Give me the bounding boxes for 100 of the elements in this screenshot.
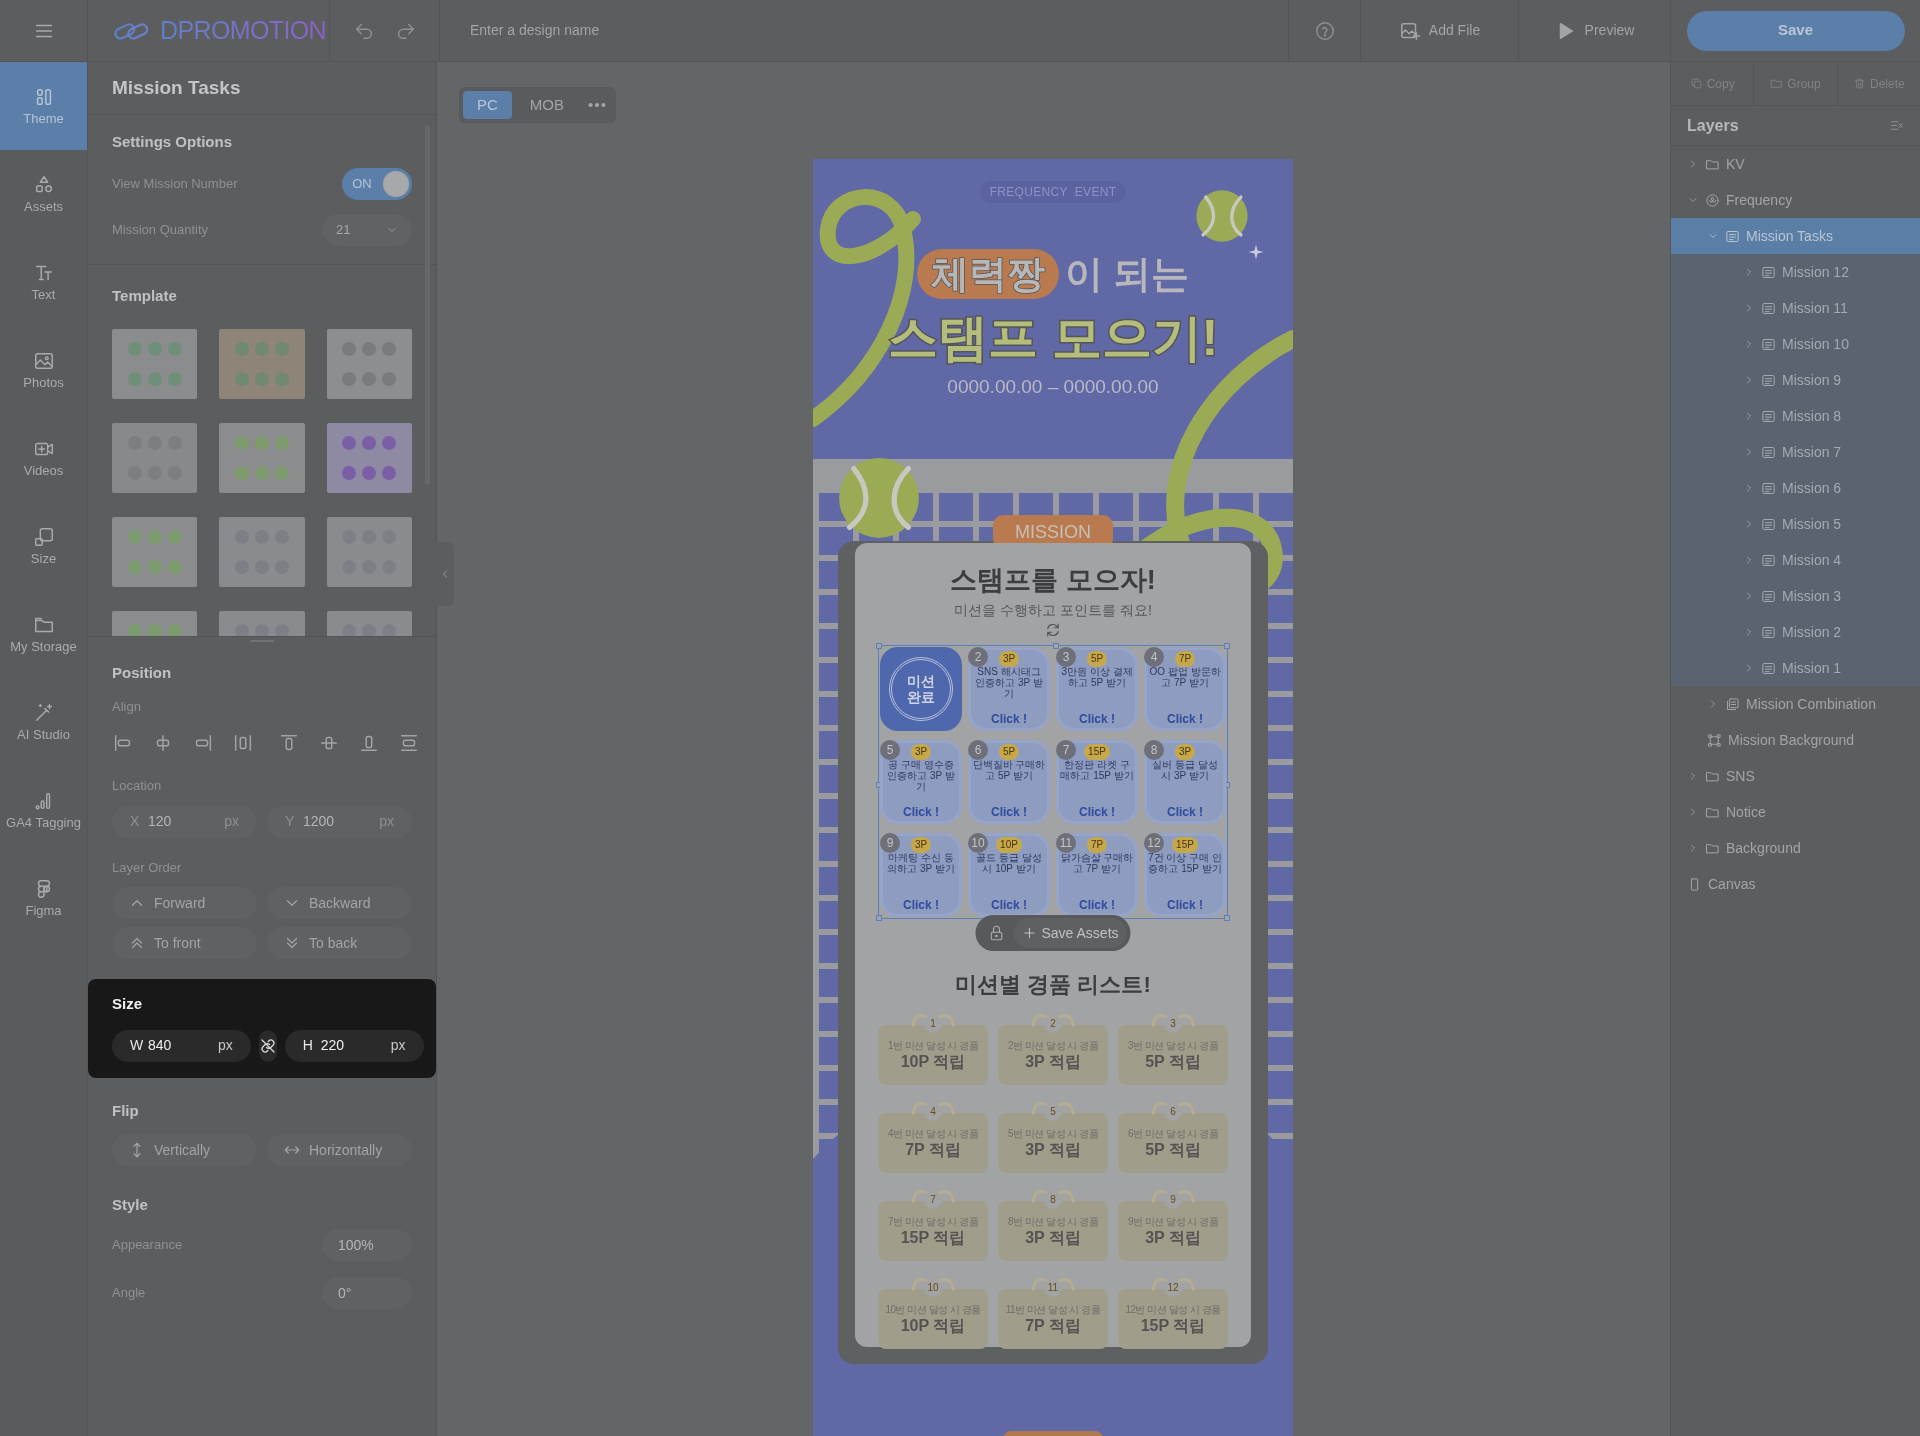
- mission-description: 3만원 이상 결제하고 5P 받기: [1060, 666, 1134, 688]
- mission-tile[interactable]: 10 10P 골드 등급 달성 시 10P 받기 Click !: [968, 833, 1050, 917]
- sidebar-tab[interactable]: GA4 Tagging: [0, 766, 87, 854]
- mission-description: 7건 이상 구매 인증하고 15P 받기: [1148, 852, 1222, 874]
- design-name-field[interactable]: Enter a design name: [440, 0, 1288, 61]
- layer-order-button[interactable]: To back: [267, 927, 412, 959]
- sidebar-tab[interactable]: Figma: [0, 854, 87, 942]
- sidebar-tab[interactable]: Assets: [0, 150, 87, 238]
- sidebar-tab[interactable]: AI Studio: [0, 678, 87, 766]
- list-icon: [1761, 264, 1776, 280]
- template-thumbnail[interactable]: [326, 329, 412, 399]
- sidebar-tab[interactable]: Videos: [0, 414, 87, 502]
- mission-tile[interactable]: 7 15P 한정판 라켓 구매하고 15P 받기 Click !: [1056, 740, 1138, 824]
- sidebar-tab[interactable]: My Storage: [0, 590, 87, 678]
- tennis-ball-icon: [837, 456, 921, 540]
- layer-item[interactable]: Mission Background: [1671, 722, 1920, 758]
- layer-item[interactable]: Mission Tasks: [1671, 218, 1920, 254]
- layer-item[interactable]: Mission 7: [1671, 434, 1920, 470]
- layer-item[interactable]: Mission 6: [1671, 470, 1920, 506]
- save-assets-button[interactable]: Save Assets: [1013, 918, 1127, 948]
- layer-item[interactable]: SNS: [1671, 758, 1920, 794]
- prize-value: 7P 적립: [905, 1139, 961, 1160]
- points-badge: 10P: [996, 837, 1022, 853]
- layer-item[interactable]: Mission 5: [1671, 506, 1920, 542]
- layer-order-button[interactable]: To front: [112, 927, 257, 959]
- template-thumbnail[interactable]: [112, 517, 198, 587]
- mission-description: 실버 등급 달성 시 3P 받기: [1151, 759, 1219, 781]
- mission-tile[interactable]: 2 3P SNS 해시태그 인증하고 3P 받기 Click !: [968, 647, 1050, 731]
- mission-tile[interactable]: 3 5P 3만원 이상 결제하고 5P 받기 Click !: [1056, 647, 1138, 731]
- sidebar-tab[interactable]: Theme: [0, 62, 87, 150]
- click-label: Click !: [1079, 712, 1115, 726]
- layer-item[interactable]: Frequency: [1671, 182, 1920, 218]
- mission-tile[interactable]: 5 3P 공 구매 영수증 인증하고 3P 받기 Click !: [880, 740, 962, 824]
- layer-item[interactable]: Mission Combination: [1671, 686, 1920, 722]
- layer-item[interactable]: KV: [1671, 146, 1920, 182]
- template-thumbnail[interactable]: [112, 423, 198, 493]
- layer-item[interactable]: Mission 4: [1671, 542, 1920, 578]
- resize-handle[interactable]: [1224, 915, 1230, 921]
- resize-handle[interactable]: [1053, 643, 1059, 649]
- resize-handle[interactable]: [1224, 643, 1230, 649]
- value-field[interactable]: 0°: [322, 1276, 412, 1309]
- mission-tile[interactable]: 9 3P 마케팅 수신 동의하고 3P 받기 Click !: [880, 833, 962, 917]
- sidebar-tab[interactable]: Text: [0, 238, 87, 326]
- template-thumbnail[interactable]: [219, 329, 305, 399]
- layer-item[interactable]: Mission 3: [1671, 578, 1920, 614]
- mission-tile[interactable]: 11 7P 닭가슴살 구매하고 7P 받기 Click !: [1056, 833, 1138, 917]
- selection-frame[interactable]: [878, 645, 1228, 919]
- layer-item[interactable]: Mission 8: [1671, 398, 1920, 434]
- list-icon: [1761, 660, 1776, 676]
- sidebar-tab[interactable]: Size: [0, 502, 87, 590]
- resize-handle[interactable]: [876, 643, 882, 649]
- layer-item[interactable]: Mission 12: [1671, 254, 1920, 290]
- resize-handle[interactable]: [876, 915, 882, 921]
- layer-item[interactable]: Canvas: [1671, 866, 1920, 902]
- mission-description: 마케팅 수신 동의하고 3P 받기: [886, 852, 956, 874]
- layer-order-button[interactable]: Forward: [112, 887, 257, 919]
- view-mission-number-toggle[interactable]: ON: [342, 167, 412, 200]
- layer-item[interactable]: Background: [1671, 830, 1920, 866]
- flip-button[interactable]: Horizontally: [267, 1134, 412, 1166]
- plus-icon: [1021, 925, 1038, 941]
- device-tab[interactable]: MOB: [515, 91, 578, 119]
- sidebar-tab[interactable]: Photos: [0, 326, 87, 414]
- frame-icon: [1707, 732, 1722, 748]
- collapse-panel-button[interactable]: [436, 542, 454, 606]
- distribute-horizontal-icon[interactable]: [232, 732, 254, 754]
- points-badge: 5P: [998, 744, 1020, 760]
- layer-item[interactable]: Mission 11: [1671, 290, 1920, 326]
- list-icon: [1761, 444, 1776, 460]
- click-label: Click !: [1167, 712, 1203, 726]
- list-icon: [1761, 408, 1776, 424]
- list-icon: [1761, 552, 1776, 568]
- mission-tile[interactable]: 12 15P 7건 이상 구매 인증하고 15P 받기 Click !: [1144, 833, 1226, 917]
- template-thumbnail[interactable]: [219, 423, 305, 493]
- mission-tile[interactable]: 4 7P OO 팝업 방문하고 7P 받기 Click !: [1144, 647, 1226, 731]
- template-thumbnail[interactable]: [112, 329, 198, 399]
- layer-item[interactable]: Mission 1: [1671, 650, 1920, 686]
- layer-item[interactable]: Mission 2: [1671, 614, 1920, 650]
- mission-quantity-dropdown[interactable]: 21: [322, 213, 412, 246]
- collapse-list-icon[interactable]: [1889, 118, 1904, 133]
- template-thumbnail[interactable]: [219, 517, 305, 587]
- mission-tile[interactable]: 6 5P 단백질바 구매하고 5P 받기 Click !: [968, 740, 1050, 824]
- number-field[interactable]: W 840 px: [112, 1029, 251, 1062]
- template-thumbnail[interactable]: [326, 423, 412, 493]
- layer-order-button[interactable]: Backward: [267, 887, 412, 919]
- flip-button[interactable]: Vertically: [112, 1134, 257, 1166]
- template-thumbnail[interactable]: [326, 517, 412, 587]
- add-file-button[interactable]: Add File: [1360, 0, 1518, 61]
- layer-item[interactable]: Mission 10: [1671, 326, 1920, 362]
- unlink-button[interactable]: [258, 1029, 277, 1062]
- help-icon[interactable]: [1313, 19, 1336, 42]
- mission-tile[interactable]: 8 3P 실버 등급 달성 시 3P 받기 Click !: [1144, 740, 1226, 824]
- layer-item[interactable]: Notice: [1671, 794, 1920, 830]
- broken-link-icon: [258, 1036, 277, 1055]
- save-button[interactable]: Save: [1686, 10, 1905, 51]
- device-tab[interactable]: PC: [463, 91, 512, 119]
- number-field[interactable]: H 220 px: [284, 1029, 424, 1062]
- rotate-icon[interactable]: [1044, 621, 1062, 639]
- value-field[interactable]: 100%: [322, 1228, 412, 1261]
- layer-item[interactable]: Mission 9: [1671, 362, 1920, 398]
- distribute-vertical-icon[interactable]: [398, 732, 420, 754]
